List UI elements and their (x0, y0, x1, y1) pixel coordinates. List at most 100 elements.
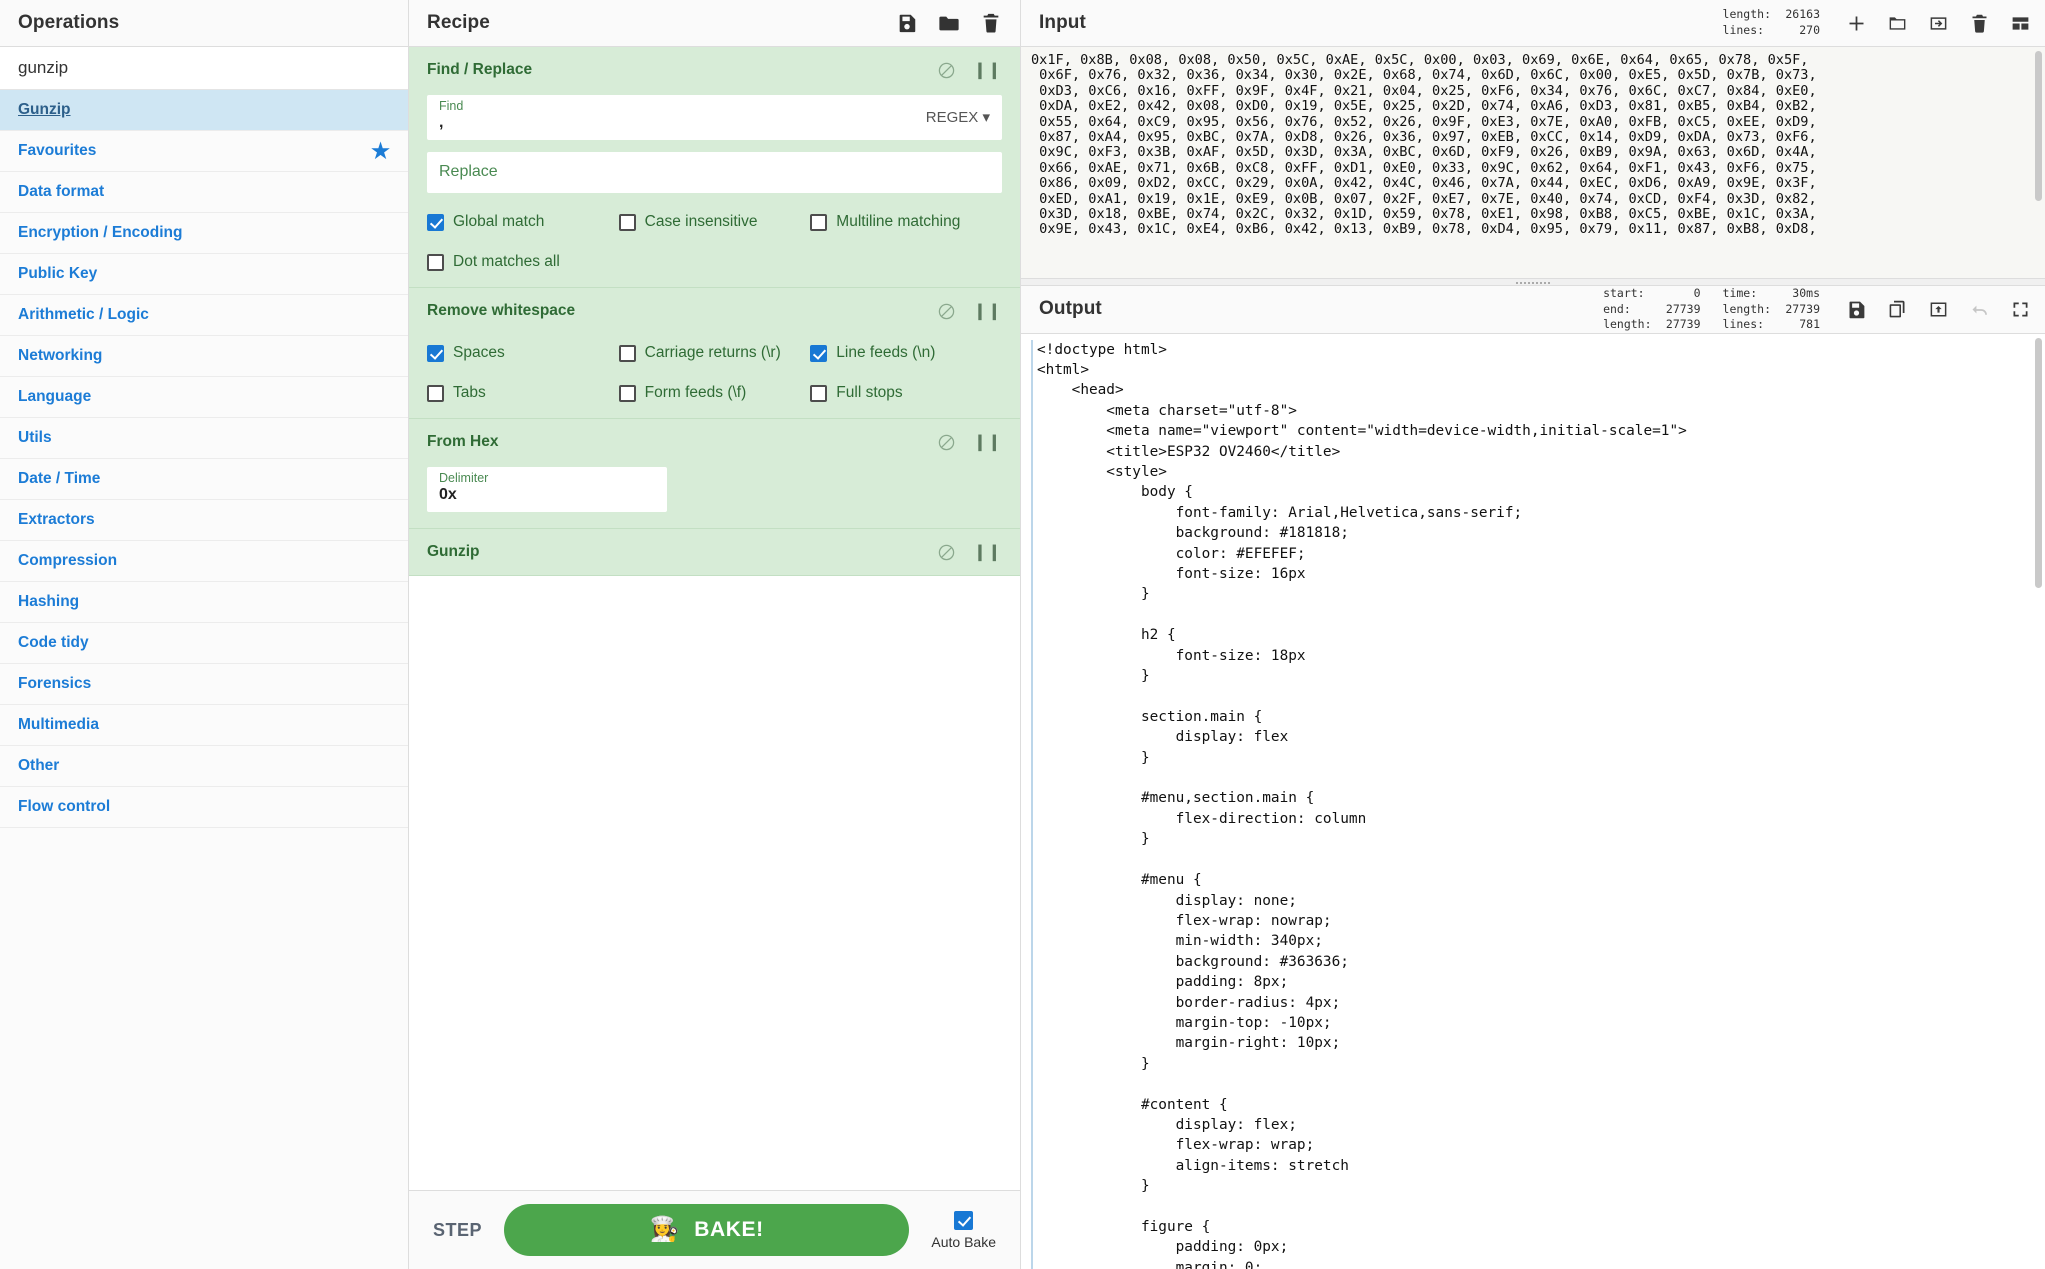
disable-icon[interactable] (938, 434, 955, 451)
input-header-right: length: 26163 lines: 270 (1723, 7, 2031, 38)
checkbox-form-feeds[interactable]: Form feeds (\f) (618, 384, 811, 402)
input-content: 0x1F, 0x8B, 0x08, 0x08, 0x50, 0x5C, 0xAE… (1031, 52, 1817, 238)
checkbox-global-match[interactable]: Global match (427, 213, 619, 231)
checkbox-box[interactable] (427, 253, 444, 271)
checkbox-box[interactable] (810, 384, 828, 402)
recipe-title: Recipe (427, 12, 490, 33)
breakpoint-icon[interactable]: ❙❙ (973, 542, 1002, 562)
sidebar-item-multimedia[interactable]: Multimedia (0, 705, 408, 746)
folder-icon[interactable] (938, 12, 960, 34)
checkbox-box[interactable] (810, 213, 828, 231)
clear-io-icon[interactable] (1969, 13, 1990, 34)
add-tab-icon[interactable] (1846, 13, 1867, 34)
reset-layout-icon[interactable] (2010, 13, 2031, 34)
checkbox-box[interactable] (618, 213, 636, 231)
output-textarea[interactable]: <!doctype html> <html> <head> <meta char… (1021, 333, 2045, 1269)
sidebar-item-networking[interactable]: Networking (0, 336, 408, 377)
breakpoint-icon[interactable]: ❙❙ (973, 432, 1002, 452)
step-button[interactable]: STEP (433, 1220, 482, 1241)
output-stat-col-left: start: 0 end: 27739 length: 27739 (1603, 286, 1700, 333)
auto-bake-label: Auto Bake (931, 1233, 996, 1250)
sidebar-item-encryption-encoding[interactable]: Encryption / Encoding (0, 213, 408, 254)
operation-result-gunzip[interactable]: Gunzip (0, 90, 408, 131)
stat-key: end: (1603, 301, 1631, 316)
sidebar-item-utils[interactable]: Utils (0, 418, 408, 459)
recipe-op-find-replace[interactable]: Find / Replace ❙❙ Find , REGEX ▾ Replace (409, 47, 1020, 288)
output-scrollbar[interactable] (2035, 337, 2042, 588)
replace-field[interactable]: Replace (427, 152, 1002, 193)
chevron-down-icon: ▾ (982, 109, 990, 126)
sidebar-item-compression[interactable]: Compression (0, 541, 408, 582)
trash-icon[interactable] (980, 12, 1002, 34)
checkbox-label: Line feeds (\n) (836, 344, 936, 361)
recipe-toolbar (896, 12, 1002, 34)
sidebar-item-data-format[interactable]: Data format (0, 172, 408, 213)
disable-icon[interactable] (938, 62, 955, 79)
checkbox-spaces[interactable]: Spaces (427, 344, 619, 362)
op-controls: ❙❙ (938, 301, 1002, 321)
output-stat-end: end: 27739 (1603, 302, 1700, 318)
checkbox-case-insensitive[interactable]: Case insensitive (618, 213, 811, 231)
sidebar-item-extractors[interactable]: Extractors (0, 500, 408, 541)
disable-icon[interactable] (938, 544, 955, 561)
sidebar-item-other[interactable]: Other (0, 746, 408, 787)
delimiter-field[interactable]: Delimiter 0x (427, 467, 667, 512)
sidebar-item-forensics[interactable]: Forensics (0, 664, 408, 705)
op-title: Remove whitespace (427, 302, 576, 319)
operation-result-label: Gunzip (18, 101, 71, 118)
sidebar-item-arithmetic-logic[interactable]: Arithmetic / Logic (0, 295, 408, 336)
output-toolbar (1846, 299, 2031, 320)
save-output-icon[interactable] (1846, 299, 1867, 320)
search-input[interactable] (0, 47, 408, 89)
sidebar-item-hashing[interactable]: Hashing (0, 582, 408, 623)
category-label: Encryption / Encoding (18, 224, 183, 241)
checkbox-box[interactable] (618, 384, 636, 402)
bake-button[interactable]: 👩‍🍳 BAKE! (504, 1204, 910, 1256)
maximise-icon[interactable] (2010, 299, 2031, 320)
undo-icon[interactable] (1969, 299, 1990, 320)
checkbox-dot-matches-all[interactable]: Dot matches all (427, 253, 619, 271)
recipe-op-gunzip[interactable]: Gunzip ❙❙ (409, 529, 1020, 576)
sidebar-item-flow-control[interactable]: Flow control (0, 787, 408, 828)
breakpoint-icon[interactable]: ❙❙ (973, 60, 1002, 80)
sidebar-item-code-tidy[interactable]: Code tidy (0, 623, 408, 664)
page-title: Operations (18, 12, 120, 33)
checkbox-carriage-returns[interactable]: Carriage returns (\r) (618, 344, 811, 362)
recipe-op-remove-whitespace[interactable]: Remove whitespace ❙❙ Spaces Carriage ret… (409, 288, 1020, 419)
checkbox-box[interactable] (618, 344, 636, 362)
op-controls: ❙❙ (938, 542, 1002, 562)
checkbox-tabs[interactable]: Tabs (427, 384, 619, 402)
checkbox-box[interactable] (810, 344, 828, 362)
sidebar-item-public-key[interactable]: Public Key (0, 254, 408, 295)
checkbox-label: Global match (453, 213, 545, 230)
output-title-bar: Output start: 0 end: 27739 length: 27739… (1021, 286, 2045, 334)
sidebar-item-favourites[interactable]: Favourites ★ (0, 131, 408, 172)
open-input-icon[interactable] (1928, 13, 1949, 34)
op-controls: ❙❙ (938, 432, 1002, 452)
checkbox-box[interactable] (427, 213, 444, 231)
open-folder-icon[interactable] (1887, 13, 1908, 34)
input-textarea[interactable]: 0x1F, 0x8B, 0x08, 0x08, 0x50, 0x5C, 0xAE… (1021, 47, 2045, 278)
disable-icon[interactable] (938, 303, 955, 320)
sidebar-item-date-time[interactable]: Date / Time (0, 459, 408, 500)
remove-whitespace-options-row2: Tabs Form feeds (\f) Full stops (427, 384, 1002, 402)
checkbox-line-feeds[interactable]: Line feeds (\n) (810, 344, 1002, 362)
recipe-op-from-hex[interactable]: From Hex ❙❙ Delimiter 0x (409, 419, 1020, 529)
find-field[interactable]: Find , REGEX ▾ (427, 95, 1002, 140)
checkbox-box[interactable] (427, 344, 444, 362)
checkbox-box[interactable] (427, 384, 444, 402)
category-label: Data format (18, 183, 105, 200)
save-icon[interactable] (896, 12, 918, 34)
stat-key: length: (1722, 7, 1771, 22)
checkbox-full-stops[interactable]: Full stops (810, 384, 1002, 402)
checkbox-box[interactable] (954, 1210, 974, 1230)
sidebar-item-language[interactable]: Language (0, 377, 408, 418)
auto-bake-toggle[interactable]: Auto Bake (931, 1210, 996, 1250)
io-splitter[interactable] (1021, 278, 2045, 286)
checkbox-multiline-matching[interactable]: Multiline matching (810, 213, 1002, 231)
breakpoint-icon[interactable]: ❙❙ (973, 301, 1002, 321)
replace-input-icon[interactable] (1928, 299, 1949, 320)
find-type-dropdown[interactable]: REGEX ▾ (926, 108, 990, 126)
copy-output-icon[interactable] (1887, 299, 1908, 320)
input-scrollbar[interactable] (2035, 51, 2042, 201)
